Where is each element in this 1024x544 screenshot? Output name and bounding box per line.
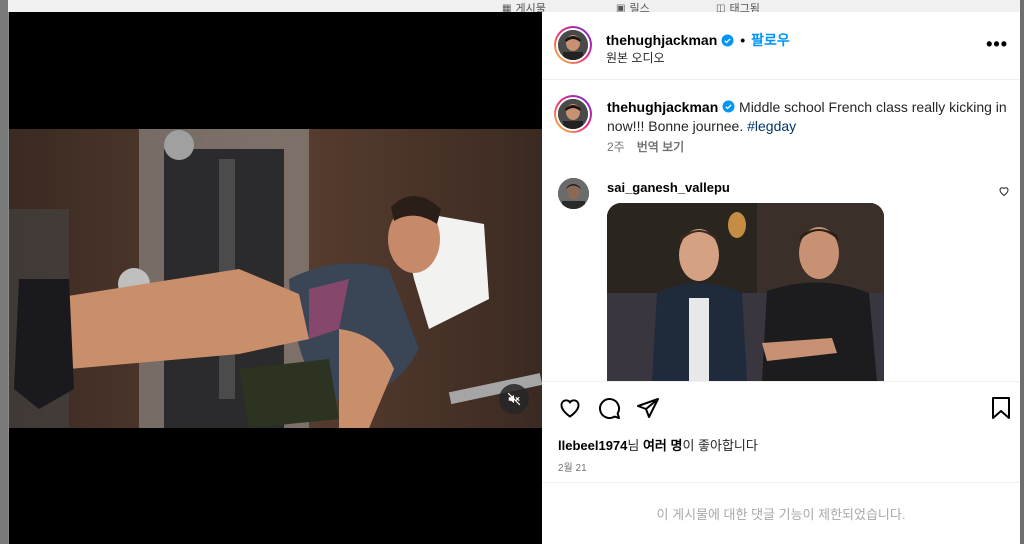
video-frame-image <box>9 129 542 428</box>
original-audio-link[interactable]: 원본 오디오 <box>606 49 665 66</box>
comment-like-heart-icon[interactable] <box>998 184 1010 202</box>
translate-button[interactable]: 번역 보기 <box>637 138 685 155</box>
likes-text-part: 이 좋아합니다 <box>682 438 758 453</box>
verified-badge-icon <box>721 34 734 46</box>
mute-toggle-button[interactable] <box>499 384 529 414</box>
comment-button[interactable] <box>597 396 621 425</box>
liker-username[interactable]: llebeel1974 <box>558 438 627 453</box>
comments-restricted-notice: 이 게시물에 대한 댓글 기능이 제한되었습니다. <box>542 482 1020 544</box>
post-details-panel: thehughjackman • 팔로우 원본 오디오 ••• thehughj… <box>542 12 1020 544</box>
avatar-image <box>558 99 588 129</box>
post-media <box>9 12 542 544</box>
author-header-line: thehughjackman • 팔로우 <box>606 30 790 50</box>
avatar-image <box>558 178 589 209</box>
heart-icon <box>560 399 580 418</box>
background-page-right <box>1020 0 1024 544</box>
post-video[interactable] <box>9 129 542 428</box>
commenter-username[interactable]: sai_ganesh_vallepu <box>607 180 730 195</box>
separator-dot: • <box>740 32 746 48</box>
likers-list-link[interactable]: 여러 명 <box>643 438 683 453</box>
comment-gif[interactable] <box>607 203 884 381</box>
commenter-avatar[interactable] <box>558 178 589 209</box>
caption-author-avatar[interactable] <box>554 95 592 133</box>
save-button[interactable] <box>990 396 1012 425</box>
background-page-left <box>0 0 8 544</box>
likes-summary: llebeel1974님 여러 명이 좋아합니다 <box>558 435 758 454</box>
more-options-icon[interactable]: ••• <box>986 34 1008 55</box>
post-date[interactable]: 2월 21 <box>558 459 587 474</box>
share-button[interactable] <box>636 396 660 425</box>
bookmark-icon <box>992 397 1010 419</box>
caption-username[interactable]: thehughjackman <box>607 99 718 115</box>
post-header: thehughjackman • 팔로우 원본 오디오 ••• <box>542 12 1020 80</box>
paper-plane-icon <box>637 398 659 418</box>
caption-time[interactable]: 2주 <box>607 138 625 155</box>
author-username[interactable]: thehughjackman <box>606 32 717 48</box>
avatar-image <box>558 30 588 60</box>
verified-badge-icon <box>722 100 735 113</box>
caption-text: thehughjackman Middle school French clas… <box>607 98 1007 136</box>
speaker-muted-icon <box>507 392 521 406</box>
comments-section: thehughjackman Middle school French clas… <box>542 81 1020 381</box>
background-tab-strip: ▦ 게시물 ▣ 릴스 ◫ 태그됨 <box>0 0 1024 15</box>
author-avatar[interactable] <box>554 26 592 64</box>
post-actions-bar <box>542 381 1020 431</box>
like-button[interactable] <box>558 396 582 425</box>
follow-button[interactable]: 팔로우 <box>751 30 790 50</box>
comment-bubble-icon <box>599 398 621 420</box>
caption-meta: 2주 번역 보기 <box>607 138 684 155</box>
heart-icon <box>999 187 1009 197</box>
hashtag-link[interactable]: #legday <box>747 118 796 134</box>
likes-text-part: 님 <box>627 438 643 453</box>
gif-image <box>607 203 884 381</box>
